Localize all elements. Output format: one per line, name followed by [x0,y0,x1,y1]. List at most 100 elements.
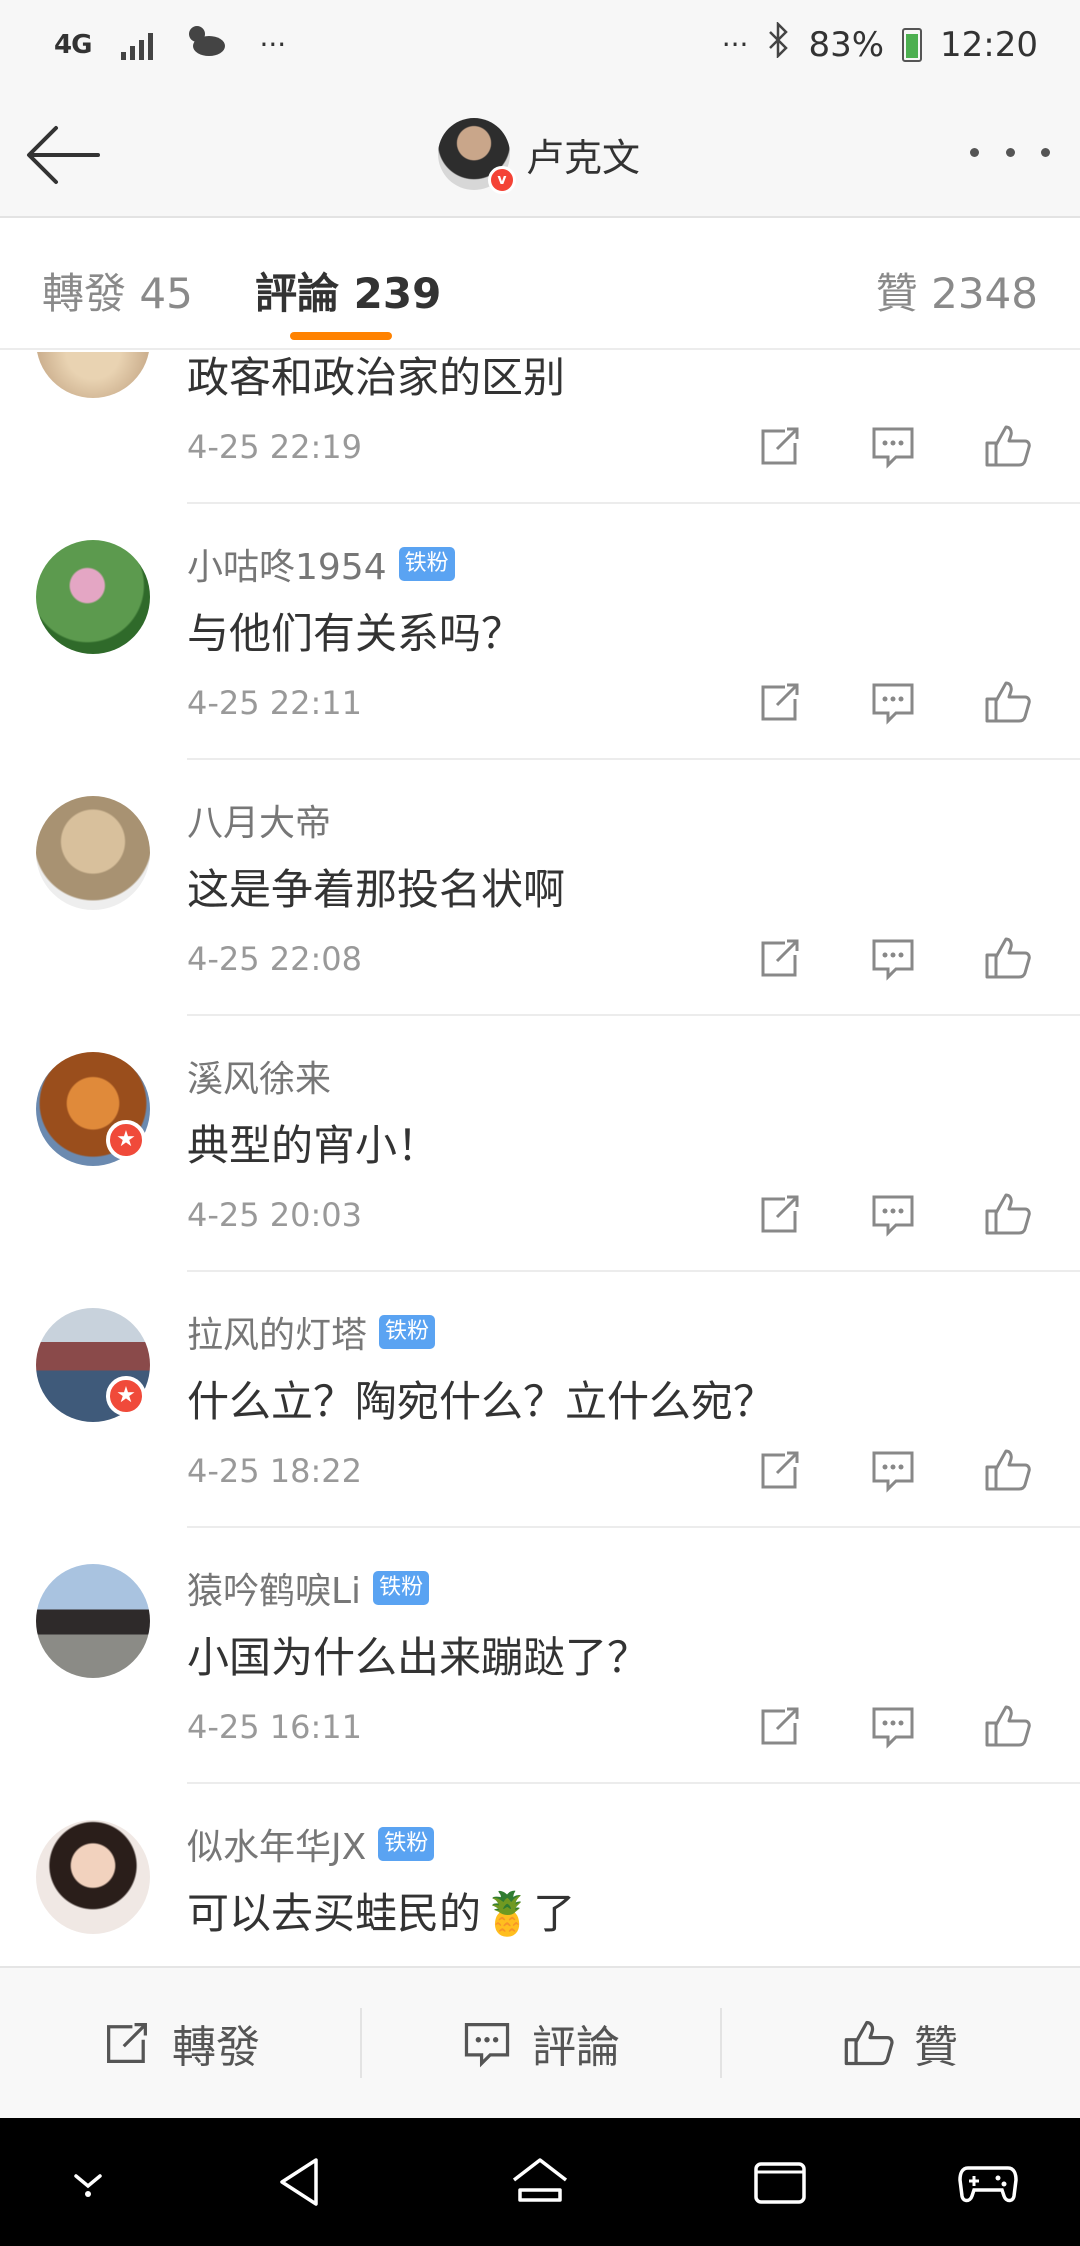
back-button[interactable] [22,120,102,190]
comment-text: 可以去买蛙民的🍍了 [187,1889,576,1938]
comment-icon [872,1195,914,1237]
more-options-button[interactable] [970,132,1050,172]
comment-item: 八月大帝 这是争着那投名状啊 4-25 22:08 [0,760,1080,1016]
like-button[interactable] [978,672,1038,732]
author-avatar[interactable]: v [438,118,516,194]
top-bar: v 卢克文 [0,90,1080,218]
repost-icon [761,1451,799,1489]
commenter-name[interactable]: 溪风徐来 [187,1050,331,1102]
comment-icon [872,1707,914,1749]
fan-badge: 铁粉 [378,1827,435,1861]
comment-item: 政客和政治家的区别 4-25 22:19 [0,352,1080,504]
repost-button[interactable] [750,672,810,732]
comment-item: 小咕咚1954 铁粉 与他们有关系吗？ 4-25 22:11 [0,504,1080,760]
commenter-name[interactable]: 小咕咚1954 [187,538,387,590]
comment-label: 評論 [532,2022,620,2073]
commenter-name[interactable]: 八月大帝 [187,794,331,846]
signal-icon [121,30,154,60]
commenter-name[interactable]: 似水年华JX [187,1818,366,1870]
thumbs-up-icon [985,1705,1031,1747]
thumbs-up-icon [985,681,1031,723]
repost-button[interactable] [750,928,810,988]
repost-post-button[interactable]: 轉發 [0,1968,360,2118]
commenter-name[interactable]: 猿吟鹤唳Li [187,1562,361,1614]
gamepad-icon [958,2166,1018,2203]
repost-button[interactable] [750,416,810,476]
reply-button[interactable] [863,928,923,988]
repost-icon [761,1707,799,1745]
comment-item: 似水年华JX 铁粉 可以去买蛙民的🍍了 [0,1784,1080,1966]
post-author[interactable]: v 卢克文 [438,118,640,194]
reply-button[interactable] [863,1696,923,1756]
comment-icon [872,427,914,469]
comment-post-button[interactable]: 評論 [360,1968,720,2118]
thumbs-up-icon [985,425,1031,467]
nav-home-button[interactable] [508,2152,572,2212]
comment-time: 4-25 18:22 [187,1452,363,1490]
repost-button[interactable] [750,1440,810,1500]
comment-text: 与他们有关系吗？ [187,609,524,658]
commenter-avatar[interactable] [36,1564,150,1678]
comment-text: 这是争着那投名状啊 [187,865,566,914]
repost-button[interactable] [750,1696,810,1756]
repost-icon [761,939,799,977]
triangle-back-icon [280,2158,318,2206]
tab-likes[interactable]: 贊 2348 [876,260,1038,321]
battery-icon [902,27,923,62]
like-label: 贊 [914,2022,958,2073]
game-mode-button[interactable] [956,2152,1020,2212]
comment-actions [750,1440,1080,1500]
reply-button[interactable] [863,1440,923,1500]
thumbs-up-icon [985,1449,1031,1491]
like-button[interactable] [978,1440,1038,1500]
author-name[interactable]: 卢克文 [526,127,640,182]
fan-badge: 铁粉 [398,547,455,581]
tab-comments[interactable]: 評論 239 [255,260,441,321]
comment-list[interactable]: 政客和政治家的区别 4-25 22:19 小咕咚1954 铁粉 与他们有关系吗？ … [0,352,1080,1966]
back-arrow-icon [27,126,100,184]
comment-time: 4-25 16:11 [187,1708,363,1746]
repost-icon [761,427,799,465]
thumbs-up-icon [985,937,1031,979]
comment-text: 典型的宵小！ [187,1121,440,1170]
like-button[interactable] [978,416,1038,476]
more-dot-icon [970,147,979,157]
comment-icon [872,683,914,725]
comment-time: 4-25 22:19 [187,428,363,466]
reply-button[interactable] [863,672,923,732]
comment-item: 猿吟鹤唳Li 铁粉 小国为什么出来蹦跶了？ 4-25 16:11 [0,1528,1080,1784]
comment-icon [872,939,914,981]
thumbs-up-icon [844,2020,894,2066]
comment-item: ★ 拉风的灯塔 铁粉 什么立？陶宛什么？立什么宛？ 4-25 18:22 [0,1272,1080,1528]
more-status-icons: ··· [721,28,749,61]
commenter-avatar[interactable] [36,796,150,910]
repost-label: 轉發 [172,2022,260,2073]
like-button[interactable] [978,1184,1038,1244]
comment-item: ★ 溪风徐来 典型的宵小！ 4-25 20:03 [0,1016,1080,1272]
repost-button[interactable] [750,1184,810,1244]
post-action-bar: 轉發 評論 贊 [0,1966,1080,2118]
repost-icon [107,2023,147,2063]
tab-reposts[interactable]: 轉發 45 [42,260,193,321]
comment-actions [750,416,1080,476]
like-post-button[interactable]: 贊 [720,1968,1080,2118]
nav-back-button[interactable] [268,2152,332,2212]
status-bar: 4G ··· ··· 83% 12:20 [0,0,1080,90]
system-navigation-bar [0,2118,1080,2246]
comment-actions [750,1696,1080,1756]
nav-recents-button[interactable] [748,2152,812,2212]
clock: 12:20 [940,24,1038,65]
reply-button[interactable] [863,1184,923,1244]
thumbs-up-icon [985,1193,1031,1235]
more-notifications: ··· [259,28,287,61]
commenter-avatar[interactable] [36,1820,150,1934]
hide-nav-button[interactable] [56,2152,120,2212]
like-button[interactable] [978,1696,1038,1756]
battery-percent: 83% [808,24,885,65]
commenter-avatar[interactable] [36,540,150,654]
commenter-name[interactable]: 拉风的灯塔 [187,1306,367,1358]
fan-badge: 铁粉 [379,1315,436,1349]
like-button[interactable] [978,928,1038,988]
commenter-avatar[interactable] [36,352,150,398]
reply-button[interactable] [863,416,923,476]
